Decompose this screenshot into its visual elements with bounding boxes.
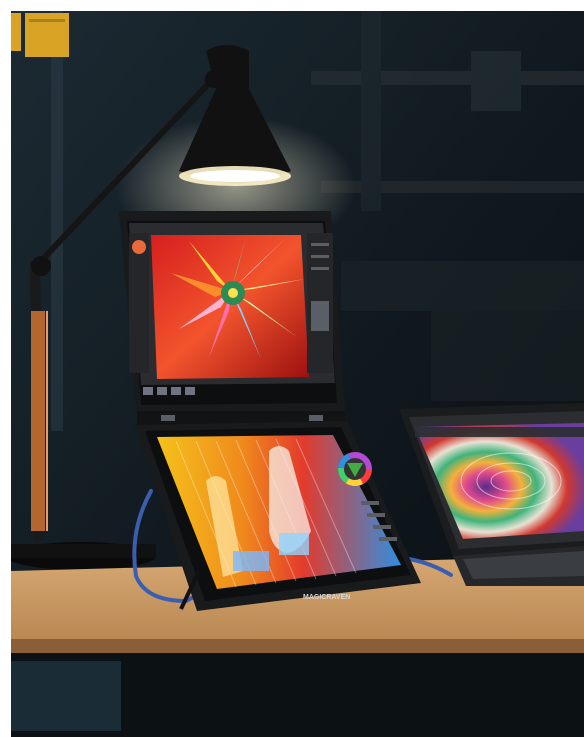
- flower-artwork: [151, 235, 309, 379]
- brand-logo: MAGICRAVEN: [303, 594, 350, 601]
- warning-sign: [11, 13, 69, 57]
- product-photo: MAGICRAVEN: [11, 11, 584, 737]
- color-wheel: [338, 452, 372, 486]
- scene-illustration: MAGICRAVEN: [11, 11, 584, 737]
